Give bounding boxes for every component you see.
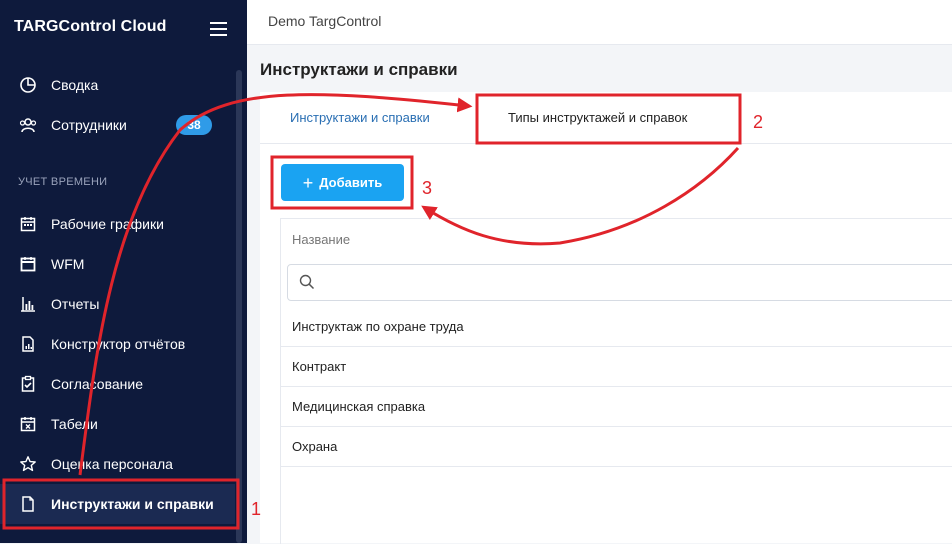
star-icon xyxy=(20,456,36,472)
row-name: Охрана xyxy=(292,439,338,454)
plus-icon: + xyxy=(302,172,314,193)
sidebar-item-reports[interactable]: Отчеты xyxy=(0,284,235,324)
clipboard-check-icon xyxy=(21,375,35,392)
sidebar-item-label: Конструктор отчётов xyxy=(51,336,186,352)
sidebar-item-label: Оценка персонала xyxy=(51,456,173,472)
sidebar-item-label: Согласование xyxy=(51,376,143,392)
sidebar-item-briefings[interactable]: Инструктажи и справки xyxy=(0,484,235,524)
bar-chart-icon xyxy=(21,297,35,312)
sidebar-item-label: Сводка xyxy=(51,77,99,93)
types-table: Название Инструктаж по охране труда Конт… xyxy=(280,218,952,544)
sidebar-item-timesheets[interactable]: Табели xyxy=(0,404,235,444)
calendar-grid-icon xyxy=(20,257,36,272)
sidebar-item-label: Отчеты xyxy=(51,296,100,312)
sidebar: TARGControl Cloud Сводка Сотрудники 38 У… xyxy=(0,0,247,543)
row-name: Контракт xyxy=(292,359,347,374)
pie-chart-icon xyxy=(20,77,36,93)
sidebar-item-work-schedules[interactable]: Рабочие графики xyxy=(0,204,235,244)
sidebar-item-label: Рабочие графики xyxy=(51,216,164,232)
row-name: Инструктаж по охране труда xyxy=(292,319,464,334)
sidebar-item-report-builder[interactable]: Конструктор отчётов xyxy=(0,324,235,364)
sidebar-item-label: WFM xyxy=(51,256,85,272)
sidebar-item-label: Инструктажи и справки xyxy=(51,496,214,512)
tab-briefings[interactable]: Инструктажи и справки xyxy=(290,110,430,125)
hamburger-menu-icon[interactable] xyxy=(210,22,227,40)
add-button[interactable]: + Добавить xyxy=(281,164,404,201)
tab-briefing-types[interactable]: Типы инструктажей и справок xyxy=(508,110,687,125)
page-title: Инструктажи и справки xyxy=(260,60,458,79)
file-icon xyxy=(22,496,34,512)
section-label-time-tracking: УЧЕТ ВРЕМЕНИ xyxy=(18,176,108,188)
sidebar-item-wfm[interactable]: WFM xyxy=(0,244,235,284)
sidebar-scrollbar[interactable] xyxy=(236,70,242,543)
tabs-divider xyxy=(260,143,952,144)
employees-count-badge: 38 xyxy=(176,115,212,135)
sidebar-item-summary[interactable]: Сводка xyxy=(0,65,235,105)
search-icon xyxy=(299,274,315,290)
organization-title[interactable]: Demo TargControl xyxy=(268,13,381,29)
sidebar-item-label: Табели xyxy=(51,416,98,432)
add-button-label: Добавить xyxy=(319,175,383,190)
table-row[interactable]: Охрана xyxy=(281,426,952,467)
calendar-x-icon xyxy=(20,417,36,432)
sidebar-item-staff-evaluation[interactable]: Оценка персонала xyxy=(0,444,235,484)
users-icon xyxy=(19,118,37,133)
search-input[interactable] xyxy=(287,264,952,301)
top-bar: Demo TargControl xyxy=(247,0,952,45)
document-chart-icon xyxy=(22,336,34,352)
calendar-icon xyxy=(20,217,36,232)
sidebar-item-label: Сотрудники xyxy=(51,117,127,133)
brand-logo: TARGControl Cloud xyxy=(14,18,167,35)
column-header-name[interactable]: Название xyxy=(292,232,350,247)
row-name: Медицинская справка xyxy=(292,399,426,414)
sidebar-item-approval[interactable]: Согласование xyxy=(0,364,235,404)
table-row[interactable]: Медицинская справка xyxy=(281,386,952,427)
table-row[interactable]: Контракт xyxy=(281,346,952,387)
table-row[interactable]: Инструктаж по охране труда xyxy=(281,306,952,347)
